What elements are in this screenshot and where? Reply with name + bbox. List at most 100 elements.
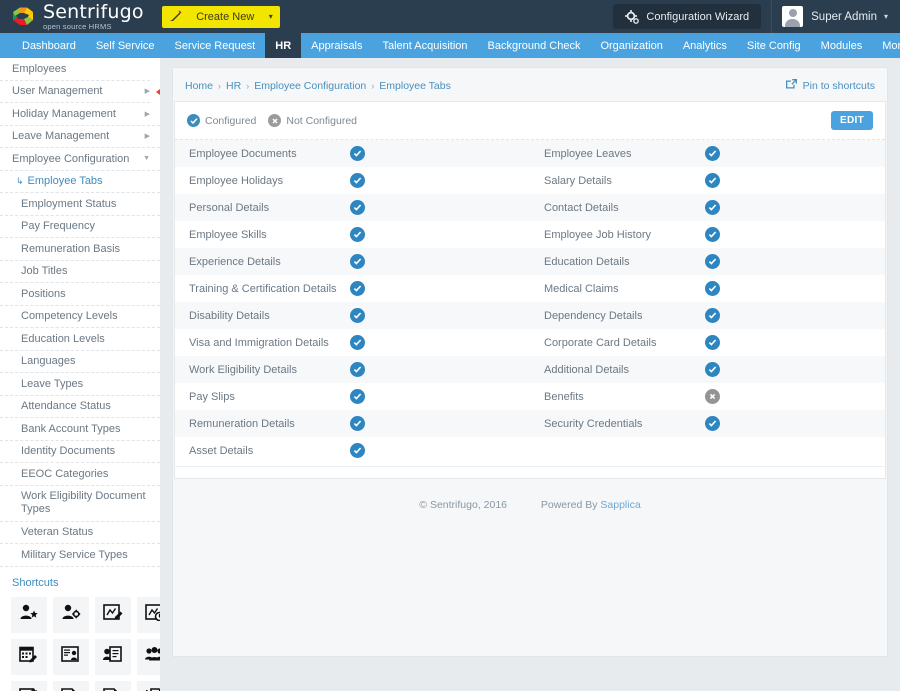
sidebar-item-employee-tabs[interactable]: ↳ Employee Tabs (0, 171, 160, 193)
sidebar-item-leave-types[interactable]: Leave Types (0, 373, 160, 396)
breadcrumb-item-employee-configuration[interactable]: Employee Configuration (254, 80, 366, 92)
shortcut-document-add[interactable] (11, 680, 47, 691)
configured-check-icon (349, 200, 365, 215)
shortcut-appraisal-history[interactable] (137, 596, 160, 633)
sidebar-item-eeoc-categories[interactable]: EEOC Categories (0, 463, 160, 486)
sidebar-item-education-levels[interactable]: Education Levels (0, 328, 160, 351)
appraisal-history-icon (145, 603, 160, 626)
sidebar-item-employee-configuration[interactable]: Employee Configuration ▼ (0, 148, 160, 171)
shortcut-calendar-edit[interactable] (11, 638, 47, 675)
pin-to-shortcuts-label: Pin to shortcuts (802, 79, 875, 92)
sidebar-item-remuneration-basis[interactable]: Remuneration Basis (0, 238, 160, 261)
nav-item-site-config[interactable]: Site Config (737, 33, 811, 58)
pin-to-shortcuts-button[interactable]: Pin to shortcuts (785, 78, 875, 93)
sidebar-item-label: Identity Documents (21, 445, 116, 458)
shortcut-manage-employee[interactable] (53, 596, 89, 633)
sidebar-item-label: Job Titles (21, 265, 68, 278)
sidebar-item-label: Work Eligibility Document Types (21, 490, 146, 515)
shortcut-edit-appraisal[interactable] (95, 596, 131, 633)
configured-check-icon (349, 227, 365, 242)
sidebar-item-employees[interactable]: Employees (0, 58, 160, 81)
sapplica-link[interactable]: Sapplica (600, 499, 640, 511)
nav-item-hr[interactable]: HR (265, 33, 302, 58)
edit-button[interactable]: EDIT (831, 111, 873, 130)
nav-item-talent-acquisition[interactable]: Talent Acquisition (373, 33, 478, 58)
edit-appraisal-icon (103, 603, 123, 626)
sidebar-item-identity-documents[interactable]: Identity Documents (0, 441, 160, 463)
nav-item-service-request[interactable]: Service Request (165, 33, 266, 58)
logo[interactable]: Sentrifugo open source HRMS (0, 2, 144, 31)
sidebar-collapse-toggle[interactable] (156, 86, 160, 98)
sidebar-item-employment-status[interactable]: Employment Status (0, 193, 160, 216)
breadcrumb-separator: › (218, 80, 222, 91)
employee-report-icon (61, 645, 81, 668)
team-icon (145, 645, 160, 668)
sidebar-item-user-management[interactable]: User Management ▶ (0, 81, 160, 103)
nav-item-analytics[interactable]: Analytics (673, 33, 737, 58)
shortcut-add-employee[interactable] (11, 596, 47, 633)
configured-check-icon (704, 416, 720, 431)
sidebar-item-languages[interactable]: Languages (0, 351, 160, 373)
nav-item-label: Analytics (682, 39, 727, 52)
breadcrumb-item-home[interactable]: Home (185, 80, 213, 92)
status-cell (345, 146, 369, 161)
shortcut-flag-document[interactable] (137, 680, 160, 691)
sidebar-item-attendance-status[interactable]: Attendance Status (0, 396, 160, 418)
nav-item-organization[interactable]: Organization (590, 33, 672, 58)
sidebar-item-label: Veteran Status (21, 526, 94, 539)
configuration-wizard-label: Configuration Wizard (646, 10, 750, 23)
sidebar-item-pay-frequency[interactable]: Pay Frequency (0, 216, 160, 238)
nav-item-self-service[interactable]: Self Service (86, 33, 165, 58)
tab-cell-left: Asset Details (175, 443, 530, 458)
nav-item-label: Background Check (487, 39, 581, 52)
nav-item-background-check[interactable]: Background Check (478, 33, 591, 58)
user-menu[interactable]: Super Admin ▾ (771, 0, 900, 33)
status-cell (345, 254, 369, 269)
sidebar-item-competency-levels[interactable]: Competency Levels (0, 306, 160, 328)
configured-check-icon (704, 281, 720, 296)
sidebar-item-military-service-types[interactable]: Military Service Types (0, 544, 160, 567)
shortcut-employee-document[interactable] (95, 638, 131, 675)
nav-item-modules[interactable]: Modules (811, 33, 873, 58)
status-cell (345, 308, 369, 323)
configured-check-icon (349, 281, 365, 296)
configured-check-icon (704, 254, 720, 269)
configured-check-icon (349, 443, 365, 458)
shortcut-employee-report[interactable] (53, 638, 89, 675)
tab-cell-left: Employee Skills (175, 227, 530, 242)
logo-tagline: open source HRMS (43, 21, 112, 31)
status-cell (345, 335, 369, 350)
shortcut-document[interactable] (53, 680, 89, 691)
sidebar-item-leave-management[interactable]: Leave Management ▶ (0, 126, 160, 148)
nav-item-dashboard[interactable]: Dashboard (12, 33, 86, 58)
status-cell (345, 281, 369, 296)
nav-item-appraisals[interactable]: Appraisals (301, 33, 372, 58)
tab-cell-right: Corporate Card Details (530, 335, 885, 350)
table-row: Training & Certification Details Medical … (175, 275, 885, 302)
nav-item-label: Modules (820, 39, 863, 52)
breadcrumb-item-hr[interactable]: HR (226, 80, 241, 92)
configuration-wizard-button[interactable]: Configuration Wizard (613, 4, 762, 29)
sidebar-item-label: Employment Status (21, 197, 117, 210)
create-new-icon (169, 10, 182, 23)
sidebar-item-holiday-management[interactable]: Holiday Management ▶ (0, 103, 160, 126)
nav-item-more[interactable]: More▾ (872, 33, 900, 58)
shortcut-document-alt[interactable] (95, 680, 131, 691)
sidebar-item-bank-account-types[interactable]: Bank Account Types (0, 418, 160, 441)
manage-employee-icon (61, 603, 81, 626)
shortcut-team[interactable] (137, 638, 160, 675)
sidebar-item-label: User Management (12, 85, 103, 98)
sidebar-item-positions[interactable]: Positions (0, 283, 160, 306)
sidebar-item-job-titles[interactable]: Job Titles (0, 261, 160, 283)
document-add-icon (19, 687, 39, 691)
create-new-label: Create New (196, 10, 255, 23)
sidebar-item-veteran-status[interactable]: Veteran Status (0, 522, 160, 544)
tab-name-label: Employee Documents (189, 147, 297, 160)
configured-check-icon (349, 362, 365, 377)
tab-name-label: Dependency Details (544, 309, 643, 322)
create-new-button[interactable]: Create New ▾ (161, 5, 280, 28)
tab-name-label: Training & Certification Details (189, 282, 337, 295)
tab-cell-left: Pay Slips (175, 389, 530, 404)
sidebar-item-work-eligibility-document-types[interactable]: Work Eligibility Document Types (0, 486, 160, 522)
tab-cell-left: Work Eligibility Details (175, 362, 530, 377)
